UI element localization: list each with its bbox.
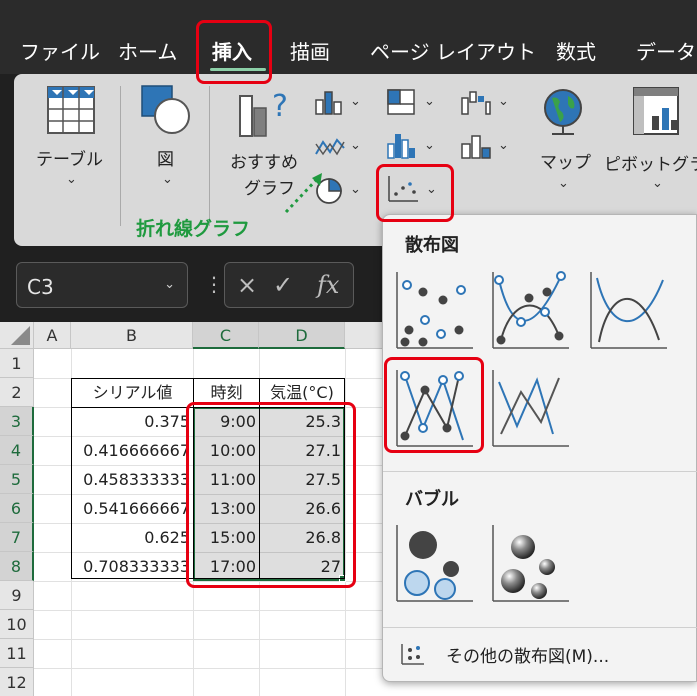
row-header-12[interactable]: 12 <box>0 668 34 696</box>
row-header-1[interactable]: 1 <box>0 349 34 378</box>
table-label: テーブル <box>36 150 103 170</box>
row-header-7[interactable]: 7 <box>0 523 34 552</box>
gallery-divider <box>383 471 697 472</box>
row-header-3[interactable]: 3 <box>0 407 34 436</box>
formula-buttons: × ✓ fx <box>224 262 354 308</box>
excel-window: ファイル ホーム 挿入 描画 ページ レイアウト 数式 データ テーブル ⌄ 図… <box>0 0 697 696</box>
table-cell[interactable]: 0.375 <box>72 407 193 436</box>
insert-tab-highlight <box>196 20 272 84</box>
waterfall-chart-icon[interactable] <box>460 88 492 116</box>
ribbon-tab-bar: ファイル ホーム 挿入 描画 ページ レイアウト 数式 データ <box>0 0 697 74</box>
name-box-value: C3 <box>27 275 54 299</box>
more-scatter-icon[interactable] <box>400 642 426 666</box>
row-header-5[interactable]: 5 <box>0 465 34 494</box>
column-header-b[interactable]: B <box>71 322 193 349</box>
tab-file[interactable]: ファイル <box>20 36 100 65</box>
gallery-divider <box>383 627 697 628</box>
scatter-button-highlight <box>376 164 454 222</box>
scatter-heading: 散布図 <box>405 235 459 256</box>
enter-icon[interactable]: ✓ <box>273 271 293 299</box>
svg-text:?: ? <box>272 89 288 124</box>
column-header-a[interactable]: A <box>34 322 71 349</box>
tab-data[interactable]: データ <box>636 36 696 65</box>
line-chart-annotation: 折れ線グラフ <box>136 218 251 240</box>
tab-home[interactable]: ホーム <box>118 36 177 65</box>
tab-page-layout[interactable]: ページ レイアウト <box>370 36 536 65</box>
column-chart-icon[interactable] <box>314 90 344 116</box>
chevron-down-icon[interactable]: ⌄ <box>164 277 175 292</box>
table-cell[interactable]: 0.458333333 <box>72 465 193 494</box>
more-dots-icon[interactable]: ⋮ <box>204 272 224 296</box>
ribbon-separator <box>120 86 121 226</box>
hierarchy-chart-icon[interactable] <box>386 88 416 116</box>
scatter-markers-option[interactable] <box>395 270 475 350</box>
tab-draw[interactable]: 描画 <box>290 36 330 65</box>
chevron-down-icon: ⌄ <box>652 176 663 191</box>
bubble-option[interactable] <box>395 523 475 603</box>
shapes-icon <box>141 85 190 134</box>
row-header-2[interactable]: 2 <box>0 378 34 407</box>
row-header-4[interactable]: 4 <box>0 436 34 465</box>
bubble-heading: バブル <box>405 489 459 510</box>
pivot-label: ピボットグラフ <box>604 155 697 175</box>
row-header-11[interactable]: 11 <box>0 639 34 668</box>
column-header-c[interactable]: C <box>193 322 259 349</box>
chevron-down-icon[interactable]: ⌄ <box>350 138 361 153</box>
chevron-down-icon: ⌄ <box>66 172 77 187</box>
more-scatter-charts-link[interactable]: その他の散布図(M)... <box>446 642 609 667</box>
globe-icon <box>544 89 582 135</box>
insert-function-icon[interactable]: fx <box>317 271 339 299</box>
bubble-3d-option[interactable] <box>491 523 571 603</box>
chevron-down-icon[interactable]: ⌄ <box>350 94 361 109</box>
column-header-d[interactable]: D <box>259 322 345 349</box>
table-cell[interactable]: 0.625 <box>72 523 193 552</box>
select-all-corner[interactable] <box>0 322 34 349</box>
pivot-chart-icon <box>633 87 679 135</box>
combo-chart-icon[interactable] <box>460 132 492 160</box>
data-range-highlight <box>186 402 356 588</box>
row-header-6[interactable]: 6 <box>0 494 34 523</box>
shape-label: 図 <box>157 150 174 170</box>
chevron-down-icon[interactable]: ⌄ <box>424 94 435 109</box>
row-header-9[interactable]: 9 <box>0 581 34 610</box>
line-chart-icon[interactable] <box>314 134 346 160</box>
statistic-chart-icon[interactable] <box>386 130 416 160</box>
chevron-down-icon: ⌄ <box>558 176 569 191</box>
map-label: マップ <box>540 153 591 173</box>
chevron-down-icon[interactable]: ⌄ <box>350 182 361 197</box>
scatter-straight-lines-option[interactable] <box>491 368 571 448</box>
scatter-smooth-lines-option[interactable] <box>589 270 669 350</box>
row-header-8[interactable]: 8 <box>0 552 34 581</box>
tab-formulas[interactable]: 数式 <box>556 36 596 65</box>
table-header-serial[interactable]: シリアル値 <box>72 378 193 407</box>
scatter-option-highlight <box>384 357 484 453</box>
table-icon <box>47 86 95 134</box>
table-cell[interactable]: 0.708333333 <box>72 552 193 581</box>
table-cell[interactable]: 0.416666667 <box>72 436 193 465</box>
chevron-down-icon[interactable]: ⌄ <box>498 138 509 153</box>
row-header-10[interactable]: 10 <box>0 610 34 639</box>
table-cell[interactable]: 0.541666667 <box>72 494 193 523</box>
recommended-charts-icon: ? <box>239 89 288 137</box>
name-box[interactable]: C3 ⌄ <box>16 262 188 308</box>
chevron-down-icon[interactable]: ⌄ <box>424 138 435 153</box>
scatter-smooth-markers-option[interactable] <box>491 270 571 350</box>
chevron-down-icon[interactable]: ⌄ <box>498 94 509 109</box>
ribbon-separator <box>209 86 210 226</box>
cancel-icon[interactable]: × <box>237 271 257 299</box>
chevron-down-icon: ⌄ <box>162 172 173 187</box>
annotation-arrow-icon <box>284 173 322 214</box>
